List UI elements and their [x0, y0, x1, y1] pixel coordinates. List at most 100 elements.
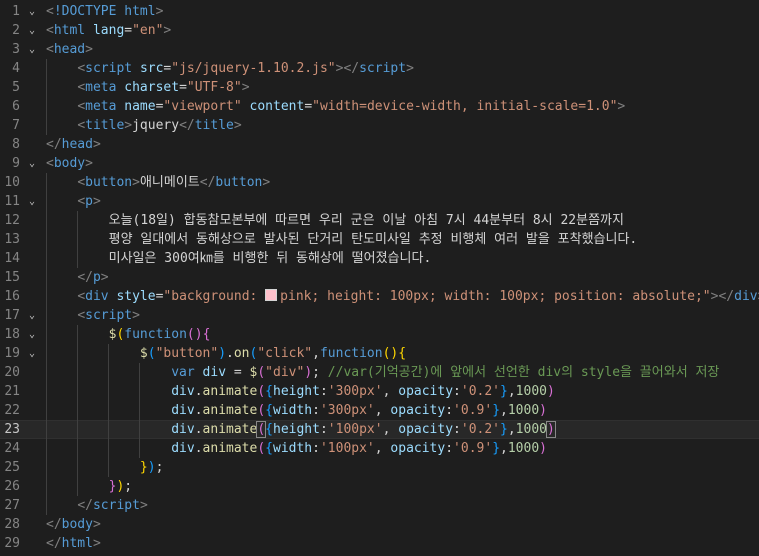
code-token: width: [273, 403, 313, 418]
code-line[interactable]: 2 ⌄ <html lang="en">: [0, 21, 759, 40]
code-line[interactable]: 14 미사일은 300여㎞를 비행한 뒤 동해상에 떨어졌습니다.: [0, 249, 759, 268]
line-number: 18: [4, 327, 20, 342]
indent-guide: [46, 59, 47, 78]
code-token: "js/jquery-1.10.2.js": [171, 61, 336, 76]
code-line[interactable]: 20 var div = $("div"); //var(기억공간)에 앞에서 …: [0, 363, 759, 382]
code-token: >: [406, 61, 414, 76]
indent-guide: [46, 116, 47, 135]
code-token: script: [85, 61, 133, 76]
fold-chevron-icon[interactable]: ⌄: [26, 344, 38, 363]
line-number: 26: [4, 479, 20, 494]
code-token: ,: [382, 384, 399, 399]
code-token: {: [202, 327, 211, 342]
fold-chevron-icon[interactable]: ⌄: [26, 40, 38, 59]
fold-chevron-icon[interactable]: ⌄: [26, 325, 38, 344]
indent-guide: [46, 458, 47, 477]
code-line[interactable]: 13 평양 일대에서 동해상으로 발사된 단거리 탄도미사일 추정 비행체 여러…: [0, 230, 759, 249]
code-line[interactable]: 24 div.animate({width:'100px', opacity:'…: [0, 439, 759, 458]
code-token: meta: [85, 80, 117, 95]
code-token: '300px': [319, 403, 375, 418]
fold-chevron-icon[interactable]: ⌄: [26, 2, 38, 21]
code-text: div.animate({width:'300px', opacity:'0.9…: [38, 401, 759, 420]
code-line[interactable]: 8 </head>: [0, 135, 759, 154]
indent-guide: [77, 439, 78, 458]
code-token: "width=device-width, initial-scale=1.0": [312, 99, 618, 114]
code-line[interactable]: 4 <script src="js/jquery-1.10.2.js"></sc…: [0, 59, 759, 78]
code-line[interactable]: 21 div.animate({height:'300px', opacity:…: [0, 382, 759, 401]
line-number: 12: [4, 213, 20, 228]
code-line[interactable]: 18 ⌄ $(function(){: [0, 325, 759, 344]
code-token: <: [46, 42, 54, 57]
code-text: <head>: [38, 40, 759, 59]
code-token: head: [53, 42, 86, 57]
indent-guide: [108, 344, 109, 363]
code-line[interactable]: 10 <button>애니메이트</button>: [0, 173, 759, 192]
code-token: <: [77, 61, 86, 76]
code-token: (: [257, 365, 266, 380]
code-line[interactable]: 27 </script>: [0, 496, 759, 515]
fold-chevron-icon[interactable]: ⌄: [26, 154, 38, 173]
code-token: <: [77, 289, 86, 304]
code-token: style: [116, 289, 156, 304]
code-line[interactable]: 15 </p>: [0, 268, 759, 287]
code-token: ;: [124, 479, 133, 494]
code-line[interactable]: 25 });: [0, 458, 759, 477]
code-line[interactable]: 1 ⌄ <!DOCTYPE html>: [0, 2, 759, 21]
code-token: html: [61, 536, 93, 551]
code-token: opacity: [398, 422, 454, 437]
code-token: animate: [202, 441, 258, 456]
code-token: >: [233, 118, 242, 133]
code-token: pink; height: 100px; width: 100px; posit…: [280, 289, 711, 304]
code-token: //var(기억공간)에 앞에서 선언한 div의 style을 끌어와서 저장: [327, 365, 720, 380]
code-token: ;: [155, 460, 164, 475]
code-text: <div style="background: pink; height: 10…: [38, 287, 759, 306]
code-line[interactable]: 17 ⌄ <script>: [0, 306, 759, 325]
line-number: 23: [4, 422, 20, 437]
code-text: <meta charset="UTF-8">: [38, 78, 759, 97]
code-line[interactable]: 6 <meta name="viewport" content="width=d…: [0, 97, 759, 116]
code-line[interactable]: 3 ⌄ <head>: [0, 40, 759, 59]
code-token: </: [46, 536, 62, 551]
color-swatch-icon[interactable]: [265, 289, 278, 301]
code-token: jquery: [132, 118, 180, 133]
code-line[interactable]: 11 ⌄ <p>: [0, 192, 759, 211]
code-line[interactable]: 29 </html>: [0, 534, 759, 553]
code-line[interactable]: 12 오늘(18일) 합동참모본부에 따르면 우리 군은 이날 아침 7시 44…: [0, 211, 759, 230]
code-text: </body>: [38, 515, 759, 534]
code-token: ,: [374, 441, 391, 456]
code-line[interactable]: 16 <div style="background: pink; height:…: [0, 287, 759, 306]
code-token: .: [226, 346, 234, 361]
code-token: html: [124, 4, 156, 19]
code-token: <: [77, 118, 86, 133]
code-line[interactable]: 7 <title>jquery</title>: [0, 116, 759, 135]
code-editor[interactable]: 1 ⌄ <!DOCTYPE html> 2 ⌄ <html lang="en"> 3 ⌄ <he…: [0, 0, 759, 556]
code-line[interactable]: 9 ⌄ <body>: [0, 154, 759, 173]
code-line[interactable]: 26 });: [0, 477, 759, 496]
code-text: </script>: [38, 496, 759, 515]
code-token: height: [273, 422, 320, 437]
fold-chevron-icon[interactable]: ⌄: [26, 192, 38, 211]
fold-chevron-icon[interactable]: ⌄: [26, 21, 38, 40]
code-line[interactable]: 22 div.animate({width:'300px', opacity:'…: [0, 401, 759, 420]
code-line[interactable]: 28 </body>: [0, 515, 759, 534]
code-token: </: [77, 498, 93, 513]
indent-guide: [108, 363, 109, 382]
code-line[interactable]: 19 ⌄ $("button").on("click",function(){: [0, 344, 759, 363]
code-token: ): [147, 460, 156, 475]
code-line[interactable]: 5 <meta charset="UTF-8">: [0, 78, 759, 97]
code-token: <: [77, 308, 86, 323]
code-token: <: [46, 156, 54, 171]
code-token: :: [445, 403, 454, 418]
code-token: :: [312, 403, 320, 418]
indent-guide: [77, 382, 78, 401]
code-line[interactable]: 23 div.animate({height:'100px', opacity:…: [0, 420, 759, 439]
fold-chevron-icon[interactable]: ⌄: [26, 306, 38, 325]
code-token: :: [445, 441, 454, 456]
